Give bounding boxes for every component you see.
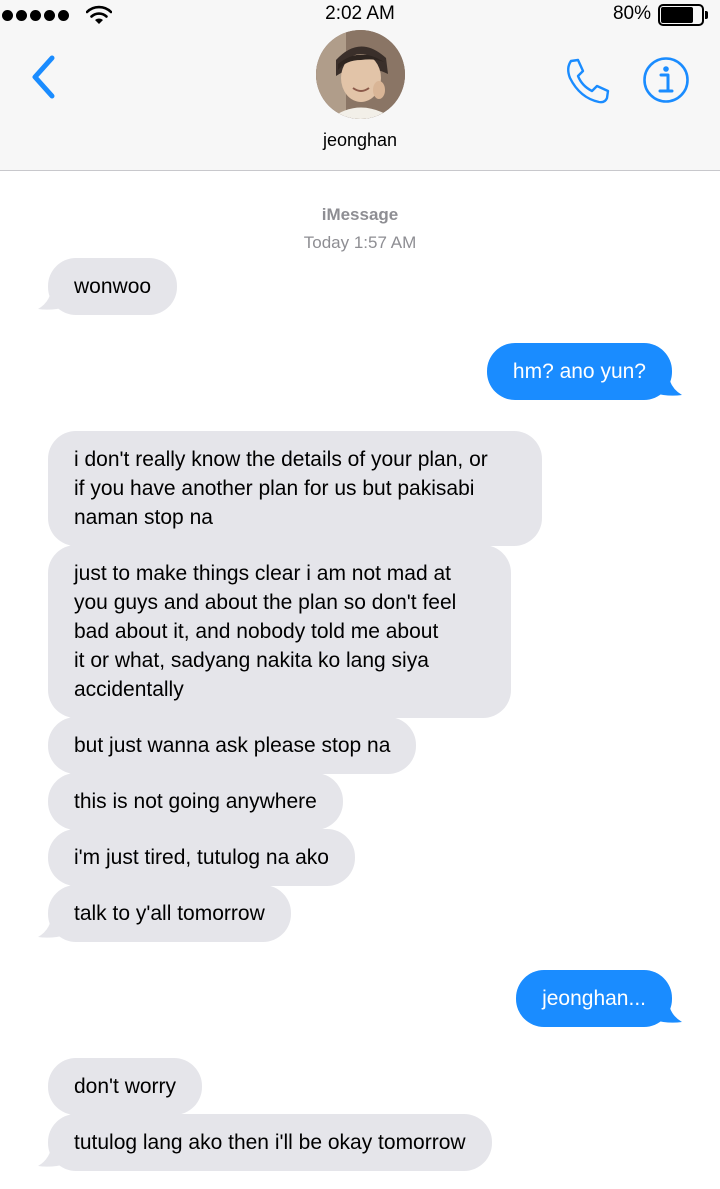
conversation-header: 2:02 AM 80% jeonghan: [0, 0, 720, 171]
service-label: iMessage: [321, 205, 399, 224]
contact-name[interactable]: jeonghan: [0, 130, 720, 151]
message-bubble-incoming[interactable]: tutulog lang ako then i'll be okay tomor…: [48, 1114, 492, 1171]
bubble-tail: [38, 1140, 66, 1167]
message-bubble-incoming[interactable]: i'm just tired, tutulog na ako: [48, 829, 355, 886]
message-bubble-outgoing[interactable]: hm? ano yun?: [486, 343, 672, 400]
info-button[interactable]: [642, 56, 690, 104]
bubble-tail: [38, 283, 66, 310]
bubble-tail: [654, 369, 682, 396]
bubble-tail: [654, 996, 682, 1023]
back-button[interactable]: [28, 54, 62, 100]
message-bubble-outgoing[interactable]: jeonghan...: [516, 970, 672, 1027]
battery-percent: 80%: [612, 3, 651, 24]
message-bubble-incoming[interactable]: i don't really know the details of your …: [48, 431, 542, 546]
battery-fill: [661, 7, 693, 23]
thread-timestamp: Today 1:57 AM: [303, 233, 417, 252]
call-button[interactable]: [562, 56, 612, 106]
message-bubble-incoming[interactable]: talk to y'all tomorrow: [48, 885, 291, 942]
message-thread[interactable]: iMessage Today 1:57 AM wonwoo hm? ano yu…: [0, 171, 720, 1189]
chevron-left-icon: [32, 55, 55, 99]
phone-icon: [567, 58, 610, 104]
message-bubble-incoming[interactable]: but just wanna ask please stop na: [48, 717, 417, 774]
avatar-photo: [316, 30, 405, 119]
avatar[interactable]: [316, 30, 405, 119]
status-bar: 2:02 AM 80%: [0, 0, 720, 30]
message-bubble-incoming[interactable]: just to make things clear i am not mad a…: [48, 545, 511, 718]
bubble-tail: [38, 911, 66, 938]
battery-icon: [658, 4, 708, 26]
info-icon: [643, 57, 689, 103]
message-bubble-incoming[interactable]: don't worry: [48, 1058, 203, 1115]
message-bubble-incoming[interactable]: this is not going anywhere: [48, 773, 343, 830]
